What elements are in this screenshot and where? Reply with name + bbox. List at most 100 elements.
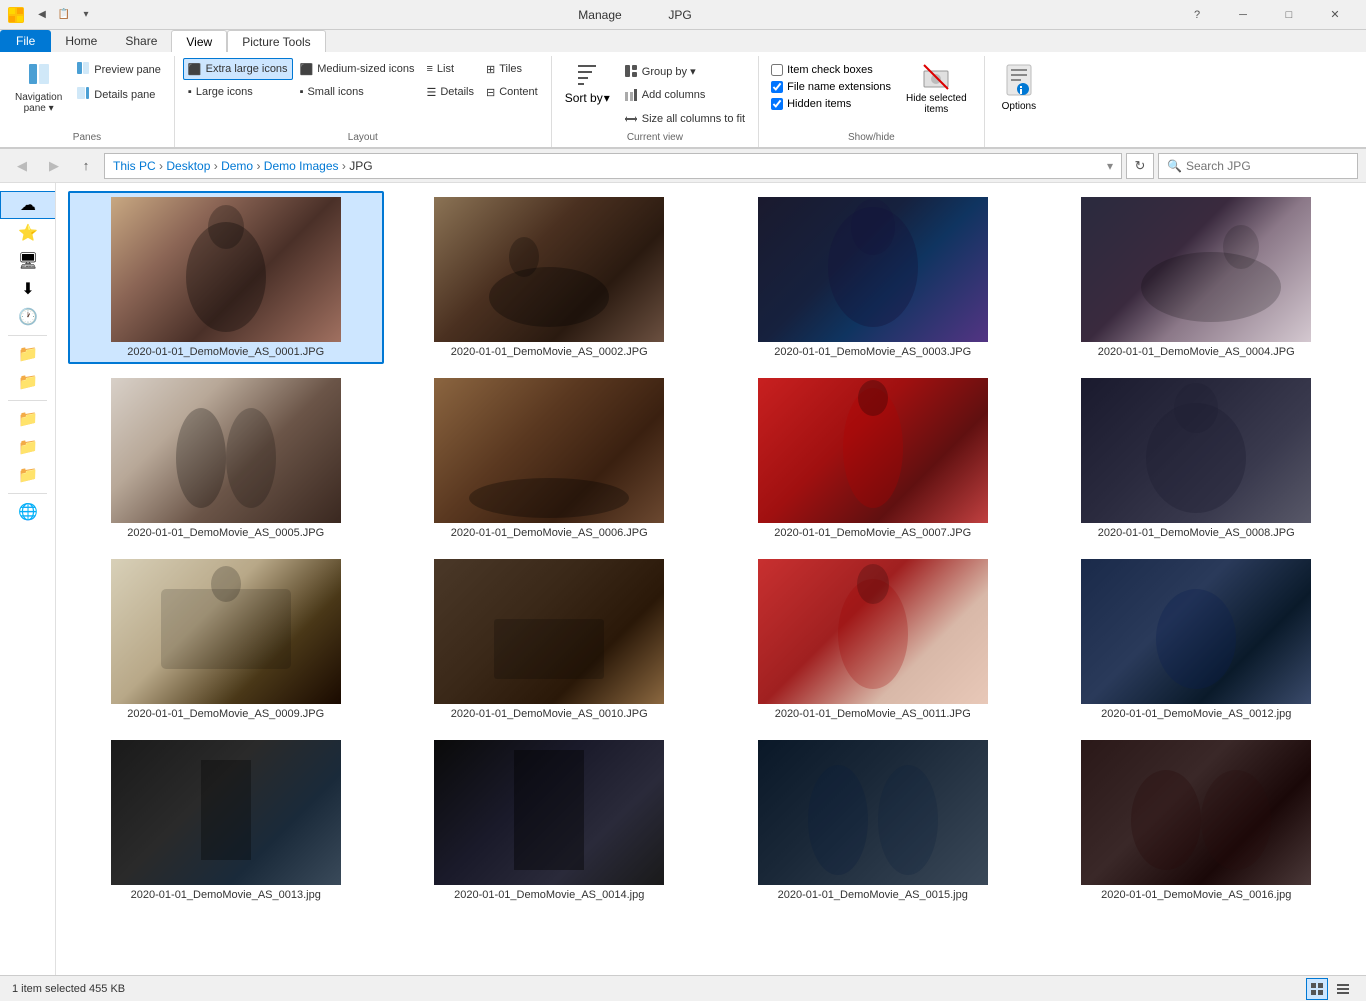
view-options-col: Group by ▾ Add columns Size all columns … <box>619 60 750 130</box>
add-columns-label: Add columns <box>642 89 706 101</box>
file-item-14[interactable]: 2020-01-01_DemoMovie_AS_0014.jpg <box>392 734 708 907</box>
show-hide-items: Item check boxes File name extensions Hi… <box>767 58 976 130</box>
file-item-5[interactable]: 2020-01-01_DemoMovie_AS_0005.JPG <box>68 372 384 545</box>
forward-btn[interactable]: ▶ <box>40 152 68 180</box>
file-label-12: 2020-01-01_DemoMovie_AS_0012.jpg <box>1101 708 1291 720</box>
hidden-items-input[interactable] <box>771 98 783 110</box>
refresh-btn[interactable]: ↻ <box>1126 153 1154 179</box>
file-item-8[interactable]: 2020-01-01_DemoMovie_AS_0008.JPG <box>1039 372 1355 545</box>
details-btn[interactable]: ☰ Details <box>421 81 479 103</box>
file-item-11[interactable]: 2020-01-01_DemoMovie_AS_0011.JPG <box>715 553 1031 726</box>
breadcrumb-thispc[interactable]: This PC <box>113 159 156 173</box>
file-item-10[interactable]: 2020-01-01_DemoMovie_AS_0010.JPG <box>392 553 708 726</box>
desktop-icon: 🖥 <box>18 251 38 271</box>
sidebar-item-network[interactable]: 🌐 <box>0 498 56 526</box>
sidebar-item-recent[interactable]: 🕐 <box>0 303 56 331</box>
back-btn[interactable]: ◀ <box>8 152 36 180</box>
file-item-2[interactable]: 2020-01-01_DemoMovie_AS_0002.JPG <box>392 191 708 364</box>
options-btn[interactable]: Options <box>993 58 1045 115</box>
item-checkboxes-checkbox[interactable]: Item check boxes <box>767 62 895 78</box>
minimize-btn[interactable]: ─ <box>1220 0 1266 30</box>
view-mode-large-icons-btn[interactable] <box>1306 978 1328 1000</box>
sidebar-item-favorites[interactable]: ⭐ <box>0 219 56 247</box>
hidden-items-checkbox[interactable]: Hidden items <box>767 96 895 112</box>
tab-share[interactable]: Share <box>111 30 171 52</box>
layout-col-2: ⬛ Medium-sized icons ▪ Small icons <box>295 58 420 103</box>
address-bar[interactable]: This PC › Desktop › Demo › Demo Images ›… <box>104 153 1122 179</box>
qa-back-btn[interactable]: ◀ <box>32 5 52 25</box>
extra-large-icons-btn[interactable]: ⬛ Extra large icons <box>183 58 293 80</box>
add-columns-btn[interactable]: Add columns <box>619 84 750 106</box>
file-item-15[interactable]: 2020-01-01_DemoMovie_AS_0015.jpg <box>715 734 1031 907</box>
nav-pane-label: Navigationpane ▾ <box>15 92 62 114</box>
file-item-13[interactable]: 2020-01-01_DemoMovie_AS_0013.jpg <box>68 734 384 907</box>
search-input[interactable] <box>1186 159 1349 173</box>
details-icon: ☰ <box>426 86 436 99</box>
address-dropdown-icon[interactable]: ▾ <box>1107 159 1113 173</box>
file-item-9[interactable]: 2020-01-01_DemoMovie_AS_0009.JPG <box>68 553 384 726</box>
sidebar-item-folder1[interactable]: 📁 <box>0 340 56 368</box>
view-mode-details-btn[interactable] <box>1332 978 1354 1000</box>
help-btn[interactable]: ? <box>1174 0 1220 30</box>
qa-dropdown-btn[interactable]: ▾ <box>76 5 96 25</box>
details-pane-label: Details pane <box>94 89 155 101</box>
sidebar-item-downloads[interactable]: ⬇ <box>0 275 56 303</box>
file-item-6[interactable]: 2020-01-01_DemoMovie_AS_0006.JPG <box>392 372 708 545</box>
file-item-12[interactable]: 2020-01-01_DemoMovie_AS_0012.jpg <box>1039 553 1355 726</box>
status-selected-info: 1 item selected 455 KB <box>12 983 125 995</box>
sidebar-item-folder-t[interactable]: 📁 <box>0 461 56 489</box>
file-item-1[interactable]: 2020-01-01_DemoMovie_AS_0001.JPG <box>68 191 384 364</box>
up-btn[interactable]: ↑ <box>72 152 100 180</box>
panes-group-label: Panes <box>8 130 166 147</box>
tiles-btn[interactable]: ⊞ Tiles <box>481 58 543 80</box>
hide-selected-items-btn[interactable]: Hide selecteditems <box>897 58 976 118</box>
checkboxes-col: Item check boxes File name extensions Hi… <box>767 62 895 112</box>
sidebar-item-cloud[interactable]: ☁ <box>0 191 56 219</box>
breadcrumb-desktop[interactable]: Desktop <box>166 159 210 173</box>
content-icon: ⊟ <box>486 86 495 99</box>
group-by-btn[interactable]: Group by ▾ <box>619 60 750 82</box>
content-area[interactable]: 2020-01-01_DemoMovie_AS_0001.JPG2020-01-… <box>56 183 1366 975</box>
current-view-group-label: Current view <box>560 130 750 147</box>
details-pane-btn[interactable]: Details pane <box>71 83 166 106</box>
file-item-7[interactable]: 2020-01-01_DemoMovie_AS_0007.JPG <box>715 372 1031 545</box>
size-all-columns-btn[interactable]: Size all columns to fit <box>619 108 750 130</box>
tab-file[interactable]: File <box>0 30 51 52</box>
file-label-4: 2020-01-01_DemoMovie_AS_0004.JPG <box>1098 346 1295 358</box>
breadcrumb-demo[interactable]: Demo <box>221 159 253 173</box>
file-thumbnail-11 <box>758 559 988 704</box>
file-thumbnail-16 <box>1081 740 1311 885</box>
file-name-ext-input[interactable] <box>771 81 783 93</box>
file-name-ext-checkbox[interactable]: File name extensions <box>767 79 895 95</box>
close-btn[interactable]: ✕ <box>1312 0 1358 30</box>
file-item-4[interactable]: 2020-01-01_DemoMovie_AS_0004.JPG <box>1039 191 1355 364</box>
small-icons-btn[interactable]: ▪ Small icons <box>295 81 420 103</box>
file-item-16[interactable]: 2020-01-01_DemoMovie_AS_0016.jpg <box>1039 734 1355 907</box>
maximize-btn[interactable]: □ <box>1266 0 1312 30</box>
navigation-pane-btn[interactable]: Navigationpane ▾ <box>8 58 69 118</box>
breadcrumb-demoimages[interactable]: Demo Images <box>264 159 339 173</box>
qa-properties-btn[interactable]: 📋 <box>54 5 74 25</box>
search-bar[interactable]: 🔍 <box>1158 153 1358 179</box>
medium-icons-btn[interactable]: ⬛ Medium-sized icons <box>295 58 420 80</box>
sidebar-item-folder-a[interactable]: 📁 <box>0 405 56 433</box>
file-thumbnail-4 <box>1081 197 1311 342</box>
large-icons-btn[interactable]: ▪ Large icons <box>183 81 293 103</box>
preview-pane-btn[interactable]: Preview pane <box>71 58 166 81</box>
tab-home[interactable]: Home <box>51 30 111 52</box>
sort-by-btn[interactable]: Sort by ▾ <box>560 58 615 108</box>
sidebar-item-folder-e[interactable]: 📁 <box>0 433 56 461</box>
ribbon: File Home Share View Picture Tools Navig… <box>0 30 1366 149</box>
item-checkboxes-input[interactable] <box>771 64 783 76</box>
file-thumbnail-14 <box>434 740 664 885</box>
window-title-text: JPG <box>668 8 691 22</box>
group-by-icon <box>624 64 638 78</box>
list-btn[interactable]: ≡ List <box>421 58 479 80</box>
downloads-icon: ⬇ <box>21 279 34 299</box>
file-item-3[interactable]: 2020-01-01_DemoMovie_AS_0003.JPG <box>715 191 1031 364</box>
sidebar-item-desktop[interactable]: 🖥 <box>0 247 56 275</box>
tab-view[interactable]: View <box>171 30 227 52</box>
sidebar-item-folder2[interactable]: 📁 <box>0 368 56 396</box>
tab-picture-tools[interactable]: Picture Tools <box>227 30 325 52</box>
content-btn[interactable]: ⊟ Content <box>481 81 543 103</box>
